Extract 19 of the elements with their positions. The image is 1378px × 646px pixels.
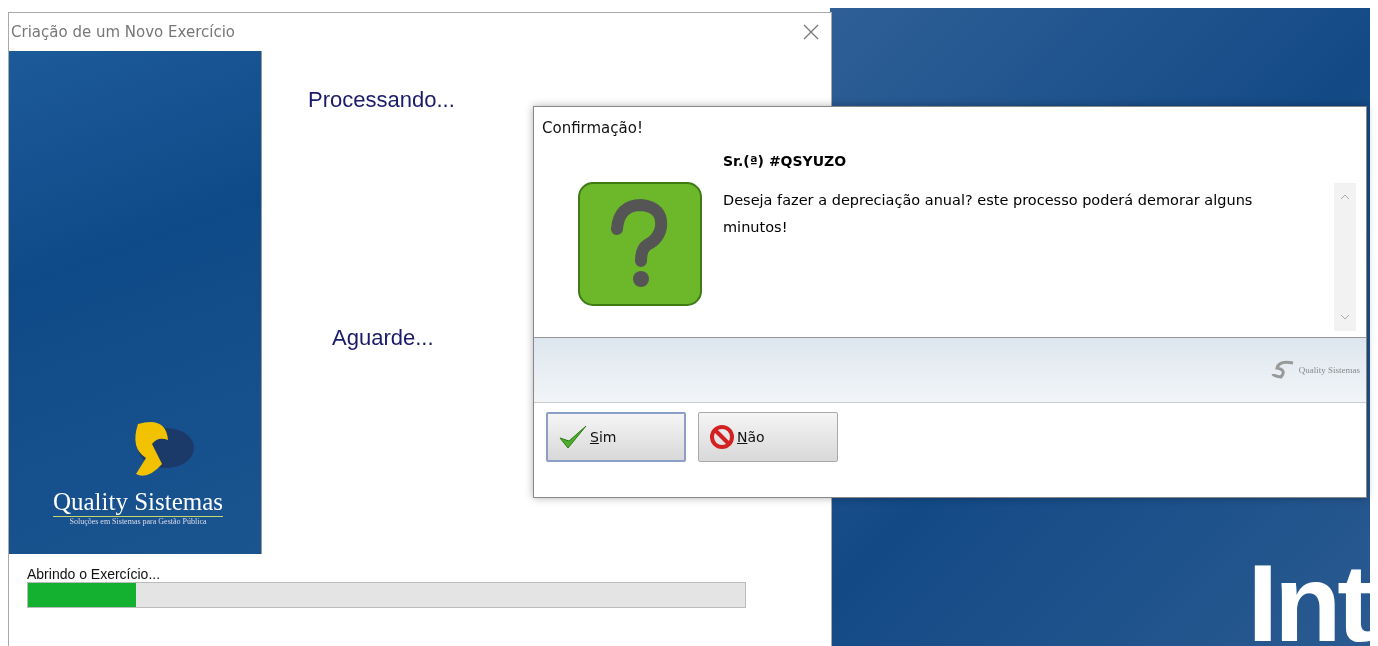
message-text: Deseja fazer a depreciação anual? este processo poderá demorar alguns minutos!	[723, 191, 1254, 237]
question-icon	[577, 181, 703, 307]
wait-text: Aguarde...	[332, 325, 434, 351]
greeting-text: Sr.(ª) #QSYUZO	[723, 153, 848, 169]
footer-brand: Quality Sistemas	[1298, 365, 1360, 375]
brand-tagline: Soluções em Sistemas para Gestão Pública	[69, 517, 207, 526]
progress-label: Abrindo o Exercício...	[27, 566, 162, 582]
dialog-button[interactable]: Sim	[546, 412, 686, 462]
dialog-button[interactable]: Não	[698, 412, 838, 462]
scrollbar[interactable]	[1334, 183, 1356, 331]
scroll-up-icon[interactable]	[1340, 193, 1350, 201]
window-title: Criação de um Novo Exercício	[11, 23, 235, 41]
processing-text: Processando...	[308, 87, 455, 113]
checkmark-icon	[558, 424, 588, 450]
background-title: Int	[1247, 548, 1370, 646]
dialog-title: Confirmação!	[541, 118, 644, 137]
brand-name: Quality Sistemas	[52, 488, 224, 517]
scroll-down-icon[interactable]	[1340, 313, 1350, 321]
prohibited-icon	[709, 424, 735, 450]
